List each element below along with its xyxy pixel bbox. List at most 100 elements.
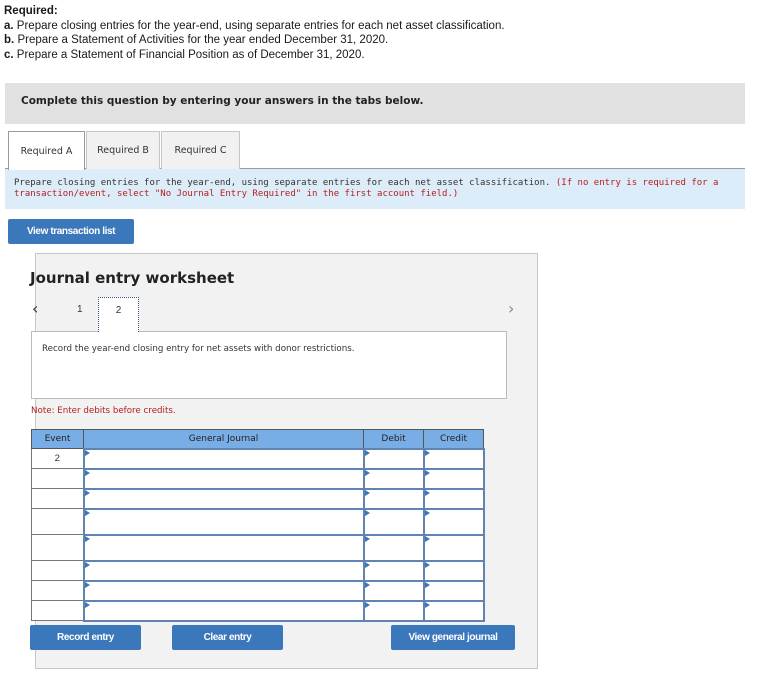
journal-row: [31, 559, 485, 582]
journal-row: 2: [31, 447, 485, 470]
page-2-tab[interactable]: 2: [98, 297, 139, 332]
record-entry-button[interactable]: Record entry: [30, 625, 141, 650]
tab-required-c[interactable]: Required C: [161, 131, 240, 169]
credit-input[interactable]: [424, 602, 483, 618]
account-cell: [82, 599, 365, 622]
account-cell: [82, 533, 365, 562]
debit-input[interactable]: [364, 450, 423, 466]
event-cell: [31, 488, 84, 509]
dropdown-marker-icon: [84, 601, 90, 608]
entry-description: Record the year-end closing entry for ne…: [42, 344, 355, 354]
dropdown-marker-icon: [424, 601, 430, 608]
credit-input[interactable]: [424, 513, 483, 529]
dropdown-marker-icon: [84, 449, 90, 456]
tab-bar: Required A Required B Required C: [5, 131, 745, 170]
account-cell: [82, 559, 365, 582]
debit-input[interactable]: [364, 539, 423, 555]
journal-row: [31, 533, 485, 562]
dropdown-marker-icon: [364, 509, 370, 516]
clear-entry-button[interactable]: Clear entry: [172, 625, 283, 650]
event-cell: 2: [31, 448, 84, 469]
debit-cell: [362, 579, 425, 602]
account-input[interactable]: [84, 562, 363, 578]
credit-input[interactable]: [424, 582, 483, 598]
dropdown-marker-icon: [84, 561, 90, 568]
account-cell: [82, 579, 365, 602]
instruction-banner: Prepare closing entries for the year-end…: [5, 169, 745, 209]
event-cell: [31, 580, 84, 601]
event-cell: [31, 508, 84, 535]
required-item-a: a. Prepare closing entries for the year-…: [4, 19, 505, 32]
account-input[interactable]: [84, 490, 363, 506]
dropdown-marker-icon: [424, 449, 430, 456]
debit-input[interactable]: [364, 582, 423, 598]
debit-input[interactable]: [364, 470, 423, 486]
credit-cell: [422, 559, 485, 582]
journal-row: [31, 599, 485, 622]
debit-input[interactable]: [364, 602, 423, 618]
journal-entry-worksheet: Journal entry worksheet ‹ 1 2 › Record t…: [30, 253, 538, 669]
tab-required-a[interactable]: Required A: [8, 131, 85, 170]
event-cell: [31, 560, 84, 581]
required-section: Required: a. Prepare closing entries for…: [4, 4, 505, 62]
prev-page-icon[interactable]: ‹: [32, 299, 38, 318]
dropdown-marker-icon: [424, 509, 430, 516]
credit-cell: [422, 599, 485, 622]
debit-input[interactable]: [364, 513, 423, 529]
account-input[interactable]: [84, 513, 363, 529]
tab-required-b[interactable]: Required B: [86, 131, 160, 169]
credit-cell: [422, 579, 485, 602]
account-cell: [82, 507, 365, 536]
account-cell: [82, 447, 365, 470]
header-credit: Credit: [423, 429, 484, 449]
credit-input[interactable]: [424, 450, 483, 466]
account-input[interactable]: [84, 582, 363, 598]
dropdown-marker-icon: [364, 561, 370, 568]
credit-cell: [422, 447, 485, 470]
dropdown-marker-icon: [364, 489, 370, 496]
dropdown-marker-icon: [364, 449, 370, 456]
debits-note: Note: Enter debits before credits.: [31, 406, 176, 416]
account-input[interactable]: [84, 602, 363, 618]
journal-row: [31, 507, 485, 536]
dropdown-marker-icon: [84, 489, 90, 496]
dropdown-marker-icon: [424, 469, 430, 476]
journal-row: [31, 579, 485, 602]
dropdown-marker-icon: [84, 509, 90, 516]
debit-input[interactable]: [364, 490, 423, 506]
account-input[interactable]: [84, 539, 363, 555]
dropdown-marker-icon: [364, 469, 370, 476]
debit-cell: [362, 467, 425, 490]
dropdown-marker-icon: [364, 535, 370, 542]
event-cell: [31, 534, 84, 561]
credit-input[interactable]: [424, 539, 483, 555]
debit-cell: [362, 533, 425, 562]
account-input[interactable]: [84, 470, 363, 486]
credit-input[interactable]: [424, 562, 483, 578]
dropdown-marker-icon: [84, 469, 90, 476]
view-general-journal-button[interactable]: View general journal: [391, 625, 515, 650]
dropdown-marker-icon: [424, 581, 430, 588]
journal-table: Event General Journal Debit Credit 2: [31, 429, 485, 622]
debit-cell: [362, 487, 425, 510]
instruction-text: Prepare closing entries for the year-end…: [14, 178, 551, 188]
dropdown-marker-icon: [84, 581, 90, 588]
view-transaction-list-button[interactable]: View transaction list: [8, 219, 134, 244]
journal-row: [31, 487, 485, 510]
dropdown-marker-icon: [424, 561, 430, 568]
dropdown-marker-icon: [364, 601, 370, 608]
dropdown-marker-icon: [424, 489, 430, 496]
event-cell: [31, 600, 84, 621]
event-cell: [31, 468, 84, 489]
credit-input[interactable]: [424, 470, 483, 486]
credit-cell: [422, 507, 485, 536]
account-input[interactable]: [84, 450, 363, 466]
required-item-b: b. Prepare a Statement of Activities for…: [4, 34, 389, 46]
page-1-tab[interactable]: 1: [77, 304, 83, 315]
complete-question-banner: Complete this question by entering your …: [5, 83, 745, 124]
next-page-icon[interactable]: ›: [508, 299, 514, 318]
credit-input[interactable]: [424, 490, 483, 506]
debit-cell: [362, 447, 425, 470]
debit-input[interactable]: [364, 562, 423, 578]
journal-row: [31, 467, 485, 490]
